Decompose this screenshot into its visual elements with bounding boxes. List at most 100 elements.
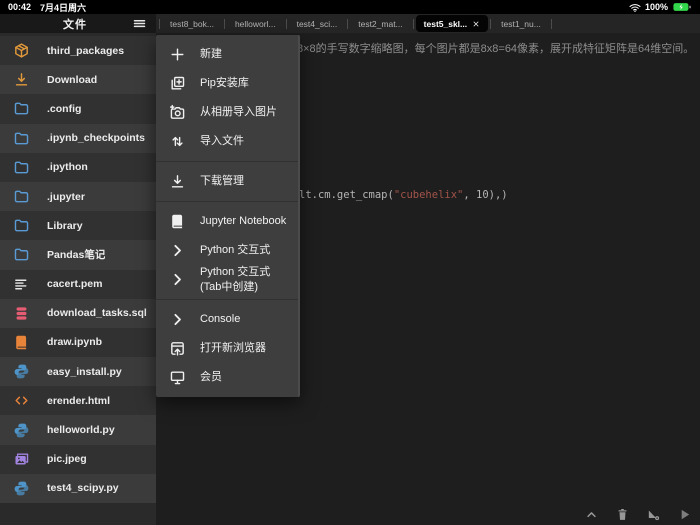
collapse-button[interactable]	[584, 507, 599, 522]
file-item-download-tasks-sql[interactable]: download_tasks.sql	[0, 299, 156, 328]
menu-item-jupyter-notebook[interactable]: Jupyter Notebook	[156, 207, 298, 236]
tab-test8-bok[interactable]: test8_bok...	[162, 15, 222, 32]
screen: 00:42 7月4日周六 100% 文件 test8_bok...hellowo…	[0, 0, 700, 525]
file-item-label: draw.ipynb	[47, 336, 102, 348]
library-add-icon	[169, 75, 186, 92]
file-item-jupyter[interactable]: .jupyter	[0, 182, 156, 211]
menu-item-membership[interactable]: 会员	[156, 363, 298, 392]
run-settings-button[interactable]	[646, 507, 661, 522]
file-item-pandas-notes[interactable]: Pandas笔记	[0, 240, 156, 269]
file-item-label: download_tasks.sql	[47, 307, 147, 319]
sidebar-title: 文件	[0, 16, 132, 32]
file-item-label: .ipynb_checkpoints	[47, 132, 145, 144]
chevron-right-icon	[169, 271, 186, 288]
file-sidebar: third_packages Download .config .ipynb_chec…	[0, 33, 156, 525]
file-item-library[interactable]: Library	[0, 211, 156, 240]
folder-icon	[13, 130, 30, 147]
close-icon[interactable]	[472, 20, 480, 28]
menu-item-pip-install-library[interactable]: Pip安装库	[156, 69, 298, 98]
menu-item-label: 导入文件	[200, 134, 244, 148]
file-item-helloworld-py[interactable]: helloworld.py	[0, 415, 156, 444]
menu-item-label: Python 交互式(Tab中创建)	[200, 265, 288, 294]
bottom-toolbar	[584, 507, 692, 522]
database-icon	[13, 305, 30, 322]
file-item-label: cacert.pem	[47, 278, 102, 290]
folder-icon	[13, 188, 30, 205]
python-icon	[13, 480, 30, 497]
file-item-label: .jupyter	[47, 191, 85, 203]
tab-bar: test8_bok... helloworl... test4_sci... test…	[156, 14, 700, 33]
tab-separator	[551, 19, 552, 29]
tab-test1-nu[interactable]: test1_nu...	[493, 15, 549, 32]
delete-button[interactable]	[615, 507, 630, 522]
image-icon	[13, 451, 30, 468]
file-item-draw-ipynb[interactable]: draw.ipynb	[0, 328, 156, 357]
battery-icon	[672, 2, 692, 12]
notebook-code: lt.cm.get_cmap("cubehelix", 10),)	[299, 189, 508, 201]
file-item-third-packages[interactable]: third_packages	[0, 36, 156, 65]
file-item-config[interactable]: .config	[0, 94, 156, 123]
menu-item-python-interactive-tab[interactable]: Python 交互式(Tab中创建)	[156, 265, 298, 294]
chevron-right-icon	[169, 242, 186, 259]
file-item-label: erender.html	[47, 395, 110, 407]
file-item-test4-scipy-py[interactable]: test4_scipy.py	[0, 474, 156, 503]
tab-label: test4_sci...	[297, 19, 338, 29]
context-menu: 新建 Pip安装库从相册导入图片导入文件下载管理 Jupyter Notebook P…	[156, 35, 300, 397]
file-item-erender-html[interactable]: erender.html	[0, 386, 156, 415]
python-icon	[13, 422, 30, 439]
swap-vert-icon	[169, 133, 186, 150]
menu-item-label: 会员	[200, 370, 222, 384]
package-icon	[13, 42, 30, 59]
folder-icon	[13, 100, 30, 117]
menu-item-console[interactable]: Console	[156, 305, 298, 334]
code-string: "cubehelix"	[394, 189, 464, 201]
tab-helloworl[interactable]: helloworl...	[227, 15, 284, 32]
hamburger-menu-icon[interactable]	[132, 16, 147, 31]
menu-item-open-new-browser[interactable]: 打开新浏览器	[156, 334, 298, 363]
tab-label: test8_bok...	[170, 19, 214, 29]
menu-divider	[156, 161, 298, 162]
tab-separator	[159, 19, 160, 29]
tab-label: test5_skl...	[424, 19, 467, 29]
menu-item-label: Python 交互式	[200, 243, 270, 257]
tab-separator	[286, 19, 287, 29]
tab-test5-skl[interactable]: test5_skl...	[416, 15, 488, 32]
notebook-text: 8×8的手写数字缩略图，每个图片都是8x8=64像素，展开成特征矩阵是64维空间…	[297, 40, 696, 56]
chevron-right-icon	[169, 311, 186, 328]
desktop-icon	[169, 369, 186, 386]
menu-item-label: Pip安装库	[200, 76, 249, 90]
tab-separator	[490, 19, 491, 29]
run-button[interactable]	[677, 507, 692, 522]
tab-test2-mat[interactable]: test2_mat...	[350, 15, 410, 32]
menu-item-label: Console	[200, 312, 240, 326]
status-bar: 00:42 7月4日周六 100%	[0, 0, 700, 14]
menu-item-label: Jupyter Notebook	[200, 214, 286, 228]
tab-label: test1_nu...	[501, 19, 541, 29]
menu-item-label: 打开新浏览器	[200, 341, 266, 355]
file-item-easy-install-py[interactable]: easy_install.py	[0, 357, 156, 386]
file-item-label: helloworld.py	[47, 424, 115, 436]
file-item-label: Download	[47, 74, 97, 86]
menu-item-download-manager[interactable]: 下载管理	[156, 167, 298, 196]
menu-item-new[interactable]: 新建	[156, 40, 298, 69]
code-prefix: lt.cm.get_cmap(	[299, 189, 394, 201]
file-item-cacert-pem[interactable]: cacert.pem	[0, 270, 156, 299]
file-item-label: pic.jpeg	[47, 453, 87, 465]
file-item-pic-jpeg[interactable]: pic.jpeg	[0, 445, 156, 474]
download-tray-icon	[169, 173, 186, 190]
file-item-download[interactable]: Download	[0, 65, 156, 94]
file-item-label: .ipython	[47, 161, 88, 173]
menu-item-import-photo-from-album[interactable]: 从相册导入图片	[156, 98, 298, 127]
status-date: 7月4日周六	[40, 1, 86, 14]
download-tray-icon	[13, 71, 30, 88]
menu-item-python-interactive[interactable]: Python 交互式	[156, 236, 298, 265]
file-item-ipynb-checkpoints[interactable]: .ipynb_checkpoints	[0, 124, 156, 153]
notebook-icon	[13, 334, 30, 351]
tab-test4-sci[interactable]: test4_sci...	[289, 15, 346, 32]
menu-divider	[156, 201, 298, 202]
file-item-label: .config	[47, 103, 81, 115]
file-item-ipython[interactable]: .ipython	[0, 153, 156, 182]
menu-item-import-file[interactable]: 导入文件	[156, 127, 298, 156]
text-lines-icon	[13, 276, 30, 293]
file-item-label: test4_scipy.py	[47, 482, 119, 494]
